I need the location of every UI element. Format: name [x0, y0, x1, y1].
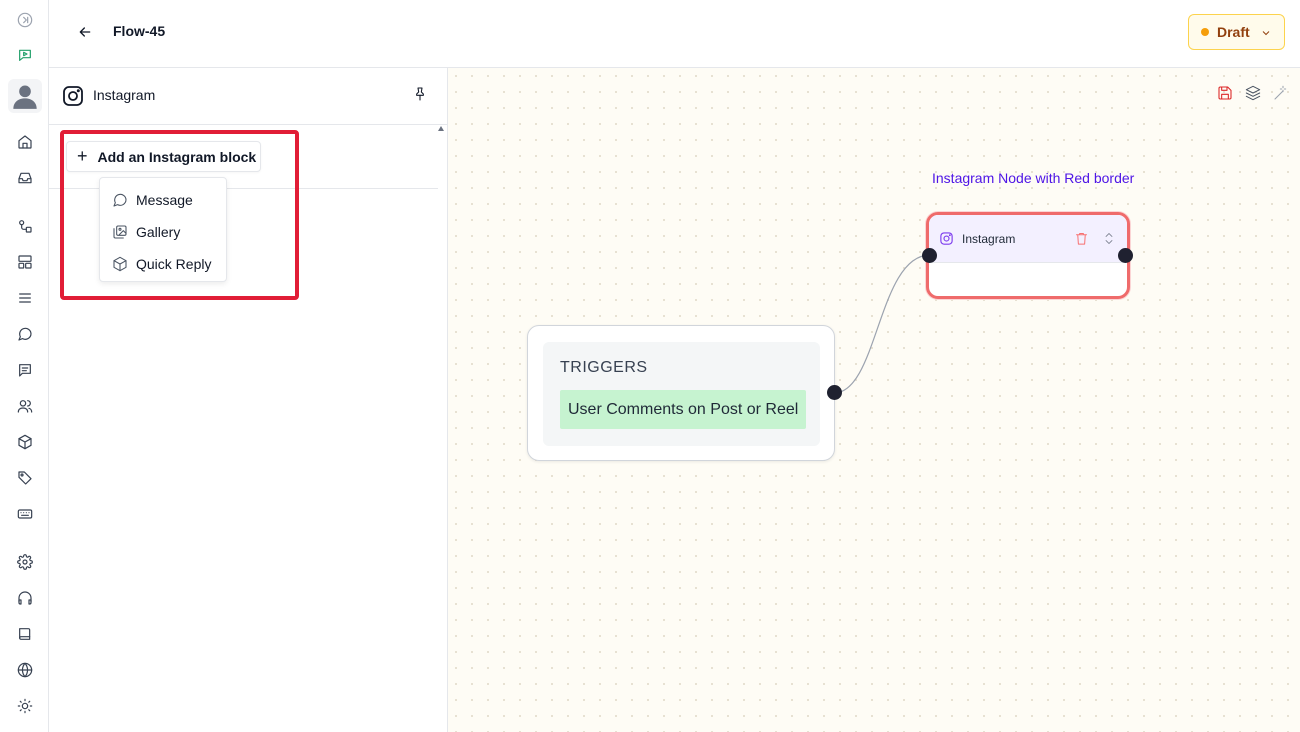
magic-wand-icon[interactable] — [1272, 84, 1290, 102]
list-icon[interactable] — [13, 286, 37, 310]
support-headphones-icon[interactable] — [13, 586, 37, 610]
block-panel: Instagram + Add an Instagram block Messa… — [49, 68, 448, 732]
expand-collapse-icon[interactable] — [1103, 231, 1117, 247]
menu-item-gallery[interactable]: Gallery — [100, 216, 226, 248]
menu-item-label: Quick Reply — [136, 256, 212, 272]
instagram-icon — [61, 84, 85, 108]
add-instagram-block-button[interactable]: + Add an Instagram block — [66, 141, 261, 172]
nav-rail — [0, 0, 49, 732]
flows-icon[interactable] — [13, 214, 37, 238]
package-icon[interactable] — [13, 430, 37, 454]
message-circle-icon — [113, 193, 127, 207]
trigger-node[interactable]: TRIGGERS User Comments on Post or Reel — [527, 325, 835, 461]
flow-title: Flow-45 — [113, 23, 166, 39]
status-dropdown[interactable]: Draft — [1188, 14, 1285, 50]
menu-item-label: Message — [136, 192, 193, 208]
menu-item-label: Gallery — [136, 224, 181, 240]
scroll-up-arrow[interactable] — [438, 126, 444, 131]
keyboard-icon[interactable] — [13, 502, 37, 526]
back-arrow-icon[interactable] — [74, 21, 96, 43]
messages-icon[interactable] — [13, 358, 37, 382]
contacts-icon[interactable] — [13, 394, 37, 418]
instagram-input-handle[interactable] — [922, 248, 937, 263]
home-icon[interactable] — [13, 130, 37, 154]
box-icon — [113, 256, 127, 272]
theme-sun-icon[interactable] — [13, 694, 37, 718]
panel-title: Instagram — [93, 87, 156, 103]
canvas-toolbar — [1216, 84, 1290, 102]
chevron-down-icon — [1260, 26, 1272, 38]
annotation-label: Instagram Node with Red border — [932, 170, 1135, 186]
instagram-output-handle[interactable] — [1118, 248, 1133, 263]
instagram-node-title: Instagram — [962, 232, 1016, 246]
top-header: Flow-45 Draft — [49, 0, 1300, 68]
trigger-title: TRIGGERS — [560, 359, 648, 376]
globe-icon[interactable] — [13, 658, 37, 682]
menu-item-message[interactable]: Message — [100, 184, 226, 216]
pin-icon[interactable] — [412, 86, 430, 104]
instagram-node-header: Instagram — [929, 215, 1127, 263]
trigger-output-handle[interactable] — [827, 385, 842, 400]
user-avatar[interactable] — [8, 79, 42, 113]
status-dot — [1201, 28, 1209, 36]
block-type-menu: Message Gallery Quick Reply — [99, 177, 227, 282]
tag-icon[interactable] — [13, 466, 37, 490]
layers-icon[interactable] — [1244, 84, 1262, 102]
settings-gear-icon[interactable] — [13, 550, 37, 574]
trigger-node-body: TRIGGERS User Comments on Post or Reel — [543, 342, 820, 446]
status-label: Draft — [1217, 24, 1250, 40]
add-block-label: Add an Instagram block — [97, 148, 257, 165]
docs-book-icon[interactable] — [13, 622, 37, 646]
plus-icon: + — [77, 145, 88, 166]
instagram-node[interactable]: Instagram — [926, 212, 1130, 299]
menu-item-quick-reply[interactable]: Quick Reply — [100, 248, 226, 280]
flow-canvas[interactable]: Instagram Node with Red border TRIGGERS … — [448, 68, 1300, 732]
app-logo-icon[interactable] — [13, 43, 37, 67]
expand-sidebar-icon[interactable] — [13, 8, 37, 32]
trash-icon[interactable] — [1074, 231, 1090, 247]
save-icon[interactable] — [1216, 84, 1234, 102]
inbox-icon[interactable] — [13, 166, 37, 190]
panel-header: Instagram — [49, 68, 448, 125]
chat-icon[interactable] — [13, 322, 37, 346]
instagram-icon — [939, 231, 955, 247]
trigger-chip[interactable]: User Comments on Post or Reel — [560, 390, 807, 429]
templates-icon[interactable] — [13, 250, 37, 274]
gallery-icon — [113, 225, 127, 239]
